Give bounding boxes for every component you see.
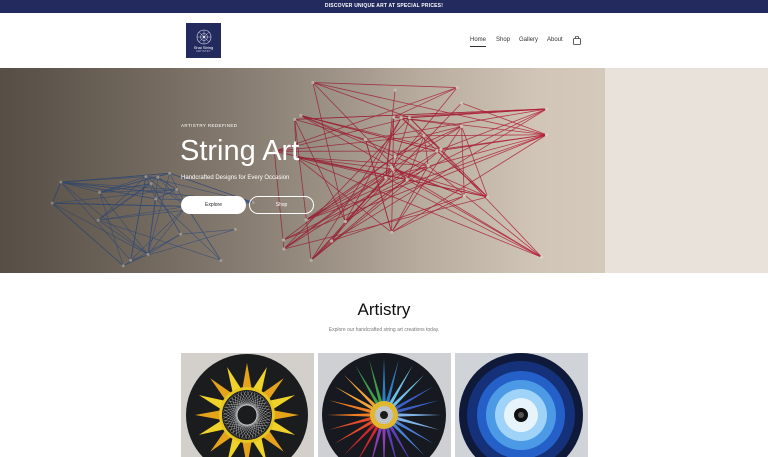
hero-banner: ARTISTRY REDEFINED String Art Handcrafte… [0,68,768,273]
sun-string-art-image [181,353,314,457]
section-title: Artistry [357,300,411,319]
shopping-bag-icon[interactable] [573,36,581,45]
site-logo[interactable]: Shai String ARTISTRY [186,23,221,58]
gallery-card-sun[interactable] [181,353,314,457]
hero-title: String Art [180,135,300,167]
eye-string-art-image [455,353,588,457]
hero-eyebrow: ARTISTRY REDEFINED [181,123,238,128]
explore-button[interactable]: Explore [181,196,246,214]
hero-overlay [0,68,768,273]
hero-subtitle: Handcrafted Designs for Every Occasion [181,175,290,181]
mandala-string-art-image [318,353,451,457]
site-header: Shai String ARTISTRY Home Shop Gallery A… [0,13,768,68]
gallery-card-mandala[interactable] [318,353,451,457]
nav-gallery[interactable]: Gallery [519,37,538,47]
nav-shop[interactable]: Shop [496,37,510,47]
announcement-text: DISCOVER UNIQUE ART AT SPECIAL PRICES! [324,3,444,9]
gallery-card-eye[interactable] [455,353,588,457]
logo-mandala-icon [196,29,211,44]
shop-button[interactable]: Shop [249,196,314,214]
section-subtitle: Explore our handcrafted string art creat… [328,327,440,333]
nav-about[interactable]: About [547,37,563,47]
announcement-bar: DISCOVER UNIQUE ART AT SPECIAL PRICES! [0,0,768,13]
nav-home[interactable]: Home [470,37,487,47]
logo-tagline: ARTISTRY [196,49,211,53]
